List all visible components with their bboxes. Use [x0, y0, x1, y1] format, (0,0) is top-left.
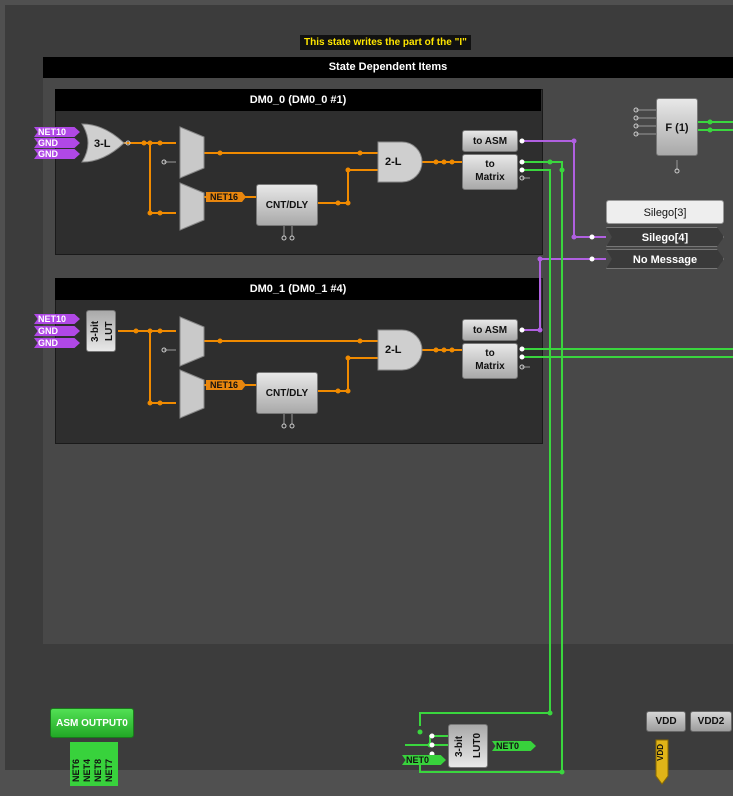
- dm1-to-matrix[interactable]: to Matrix: [462, 343, 518, 379]
- dm1-input-gnd-2[interactable]: GND: [34, 338, 80, 348]
- dm0-mux-bottom: [179, 182, 205, 231]
- asm-net6[interactable]: NET6: [71, 750, 81, 782]
- lut0-in-tag[interactable]: NET0: [402, 755, 446, 765]
- message-header: Silego[3]: [606, 200, 724, 224]
- asm-net8[interactable]: NET8: [93, 750, 103, 782]
- dm1-to-matrix-line1: to: [485, 348, 495, 359]
- dm1-input-net10[interactable]: NET10: [34, 314, 80, 324]
- dm0-mux-top: [179, 126, 205, 179]
- dm0-net16-tag[interactable]: NET16: [206, 192, 246, 202]
- dm1-mux-top: [179, 316, 205, 367]
- dm0-to-matrix-line2: Matrix: [475, 172, 505, 183]
- dm1-net16-tag[interactable]: NET16: [206, 380, 246, 390]
- dm1-lut[interactable]: 3-bit LUT: [86, 310, 116, 352]
- vdd-button[interactable]: VDD: [646, 711, 686, 732]
- dm0-to-matrix-line1: to: [485, 159, 495, 170]
- message-none[interactable]: No Message: [606, 249, 724, 269]
- dm0-input-gnd-2[interactable]: GND: [34, 149, 80, 159]
- dm1-to-asm[interactable]: to ASM: [462, 319, 518, 341]
- message-silego4[interactable]: Silego[4]: [606, 227, 724, 247]
- dm1-cnt-dly[interactable]: CNT/DLY: [256, 372, 318, 414]
- dm1-mux-bottom: [179, 369, 205, 419]
- vdd2-button[interactable]: VDD2: [690, 711, 732, 732]
- wiring-diagram: [81, 107, 733, 785]
- dm0-input-gnd-1[interactable]: GND: [34, 138, 80, 148]
- f-block[interactable]: F (1): [656, 98, 698, 156]
- asm-net4[interactable]: NET4: [82, 750, 92, 782]
- dm1-input-gnd-1[interactable]: GND: [34, 326, 80, 336]
- dm0-to-matrix[interactable]: to Matrix: [462, 154, 518, 190]
- dm0-input-net10[interactable]: NET10: [34, 127, 80, 137]
- vdd-tag[interactable]: VDD: [656, 744, 668, 761]
- dm1-and-label: 2-L: [385, 344, 402, 356]
- lut0-out-tag[interactable]: NET0: [492, 741, 536, 751]
- dm0-and-label: 2-L: [385, 156, 402, 168]
- dm0-cnt-dly[interactable]: CNT/DLY: [256, 184, 318, 226]
- lut0-block[interactable]: 3-bit LUT0: [448, 724, 488, 768]
- asm-output0-block[interactable]: ASM OUTPUT0: [50, 708, 134, 738]
- dm0-or-label: 3-L: [94, 138, 111, 150]
- dm0-to-asm[interactable]: to ASM: [462, 130, 518, 152]
- asm-net7[interactable]: NET7: [104, 750, 114, 782]
- dm1-to-matrix-line2: Matrix: [475, 361, 505, 372]
